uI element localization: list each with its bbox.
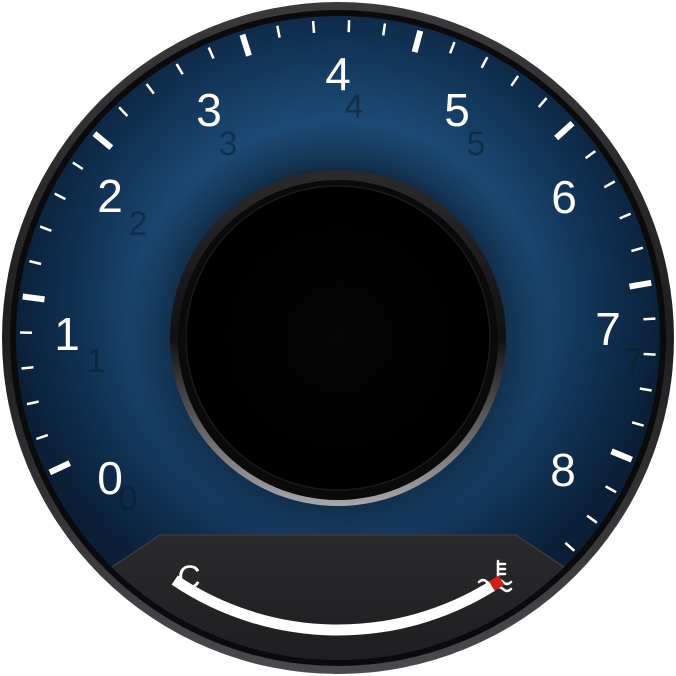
major-tick	[22, 293, 45, 303]
tachometer-gauge: 2 3 4 5 1 7 0 0 1 2 3 4 5 6 7 8 C	[2, 2, 674, 674]
numeral-3: 3	[196, 84, 222, 136]
minor-tick	[381, 23, 387, 36]
minor-tick	[643, 317, 656, 321]
numeral-2: 2	[97, 170, 123, 222]
temperature-hot-zone	[488, 575, 505, 591]
minor-tick	[21, 366, 34, 370]
ghost-numeral-7: 7	[625, 342, 644, 380]
numeral-5: 5	[444, 84, 470, 136]
minor-tick	[311, 20, 316, 33]
ghost-numeral-1: 1	[87, 342, 106, 380]
center-display	[185, 185, 491, 491]
numeral-1: 1	[54, 308, 80, 360]
ghost-numeral-2: 2	[129, 205, 148, 243]
numeral-6: 6	[551, 171, 577, 223]
major-tick	[628, 279, 652, 290]
instrument-cluster-gauge: 2 3 4 5 1 7 0 0 1 2 3 4 5 6 7 8 C	[0, 0, 676, 676]
numeral-0: 0	[97, 452, 123, 504]
numeral-7: 7	[595, 303, 621, 355]
numeral-4: 4	[325, 48, 351, 100]
numeral-8-redline: 8	[550, 444, 576, 496]
minor-tick	[643, 352, 656, 356]
